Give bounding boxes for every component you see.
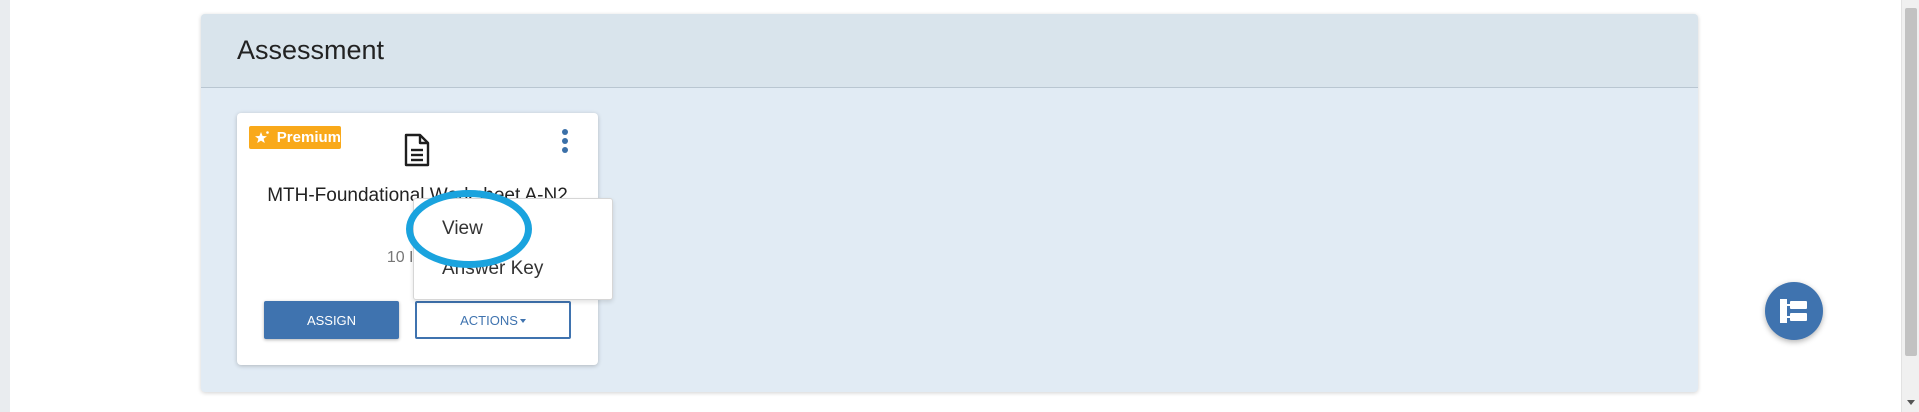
caret-down-icon [519, 319, 526, 324]
vertical-scrollbar[interactable] [1901, 0, 1919, 412]
actions-dropdown-menu: View Answer Key [413, 198, 613, 300]
scrollbar-thumb[interactable] [1905, 8, 1917, 356]
sitemap-fab-button[interactable] [1765, 282, 1823, 340]
actions-label: ACTIONS [460, 312, 518, 328]
menu-item-view[interactable]: View [442, 218, 483, 240]
document-icon [403, 133, 431, 167]
actions-button[interactable]: ACTIONS [415, 301, 571, 339]
scroll-down-arrow-icon[interactable] [1907, 400, 1915, 405]
menu-item-answer-key[interactable]: Answer Key [442, 258, 543, 280]
window-left-edge [0, 0, 10, 412]
kebab-menu-icon[interactable] [557, 129, 573, 157]
panel-title: Assessment [237, 35, 385, 65]
premium-label: Premium [276, 129, 341, 146]
star-icon [254, 129, 271, 147]
premium-badge: Premium [249, 126, 341, 149]
assign-button[interactable]: ASSIGN [264, 301, 399, 339]
panel-header: Assessment [201, 14, 1698, 88]
sitemap-icon [1780, 299, 1807, 323]
